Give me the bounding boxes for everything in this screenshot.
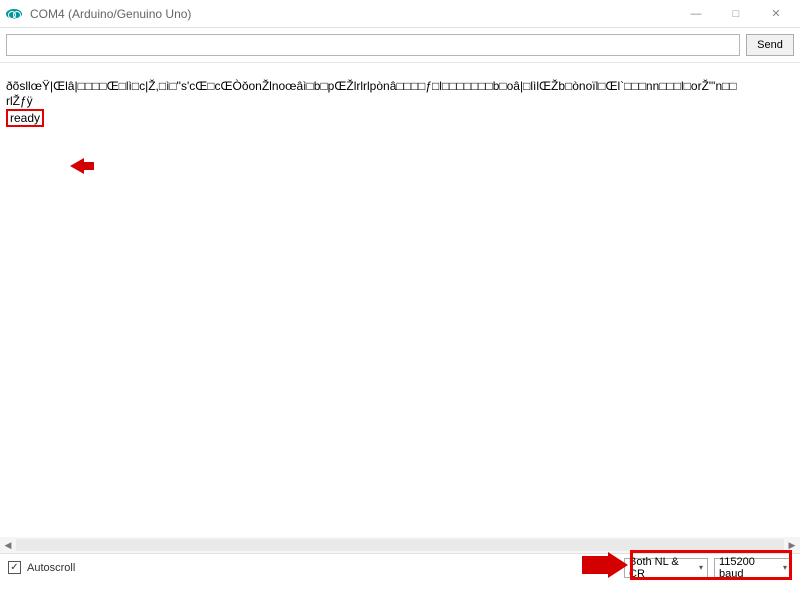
baud-dropdown[interactable]: 115200 baud ▾ [714,558,792,578]
footer-bar: Autoscroll Both NL & CR ▾ 115200 baud ▾ [0,553,800,581]
chevron-down-icon: ▾ [783,563,787,572]
line-ending-dropdown[interactable]: Both NL & CR ▾ [624,558,708,578]
minimize-button[interactable]: — [676,0,716,28]
line-ending-value: Both NL & CR [629,556,689,580]
annotation-arrow-ready [70,158,84,174]
send-button[interactable]: Send [746,34,794,56]
command-row: Send [0,28,800,63]
autoscroll-label: Autoscroll [27,562,75,574]
command-input[interactable] [6,34,740,56]
output-line-2: rlŽƒÿ [6,94,33,108]
autoscroll-checkbox[interactable] [8,561,21,574]
serial-output[interactable]: ðõsllœŸ|Œlâ|□□□□Œ□lì□c|Ž,□ì□"s'cŒ□cŒÒŏon… [0,63,800,553]
ready-text: ready [10,111,40,125]
close-button[interactable]: ✕ [756,0,796,28]
titlebar: COM4 (Arduino/Genuino Uno) — □ ✕ [0,0,800,28]
output-line-1: ðõsllœŸ|Œlâ|□□□□Œ□lì□c|Ž,□ì□"s'cŒ□cŒÒŏon… [6,79,737,93]
window-title: COM4 (Arduino/Genuino Uno) [30,7,676,21]
maximize-button[interactable]: □ [716,0,756,28]
scroll-right-icon[interactable]: ▶ [784,537,800,553]
ready-highlight: ready [6,109,44,127]
chevron-down-icon: ▾ [699,563,703,572]
arduino-icon [4,4,24,24]
window-controls: — □ ✕ [676,0,796,28]
baud-value: 115200 baud [719,556,773,580]
scroll-left-icon[interactable]: ◀ [0,537,16,553]
horizontal-scrollbar[interactable]: ◀ ▶ [0,537,800,553]
scroll-track[interactable] [16,539,784,551]
